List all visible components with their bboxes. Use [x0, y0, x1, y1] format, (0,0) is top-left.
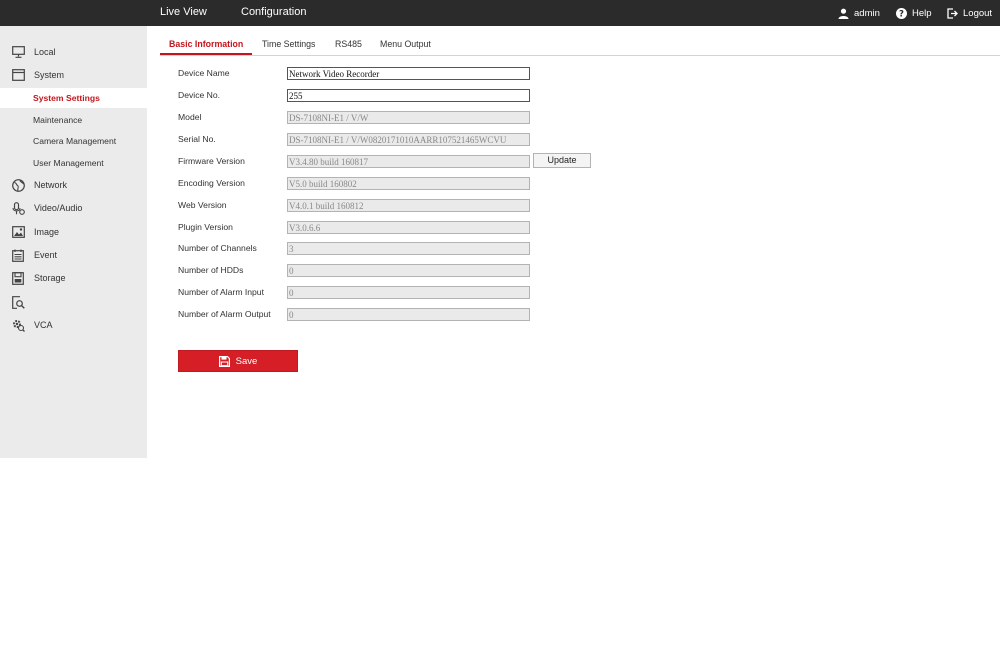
tab-rs485[interactable]: RS485	[335, 34, 362, 55]
update-button[interactable]: Update	[533, 153, 591, 168]
save-label: Save	[235, 355, 258, 367]
model-field	[287, 111, 530, 124]
number-of-alarm-output-field	[287, 308, 530, 321]
sidebar-item-system[interactable]: System	[0, 64, 147, 86]
user-icon	[838, 8, 849, 19]
picture-icon	[11, 225, 25, 239]
top-bar: Live View Configuration admin ? Help Log…	[0, 0, 1000, 26]
sidebar-item-label: Video/Audio	[34, 203, 83, 213]
window-icon	[11, 68, 25, 82]
sidebar-item-label: Image	[34, 227, 60, 237]
device-name-field[interactable]	[287, 67, 530, 80]
web-version-label: Web Version	[178, 200, 227, 210]
firmware-version-label: Firmware Version	[178, 156, 245, 166]
device-no-field[interactable]	[287, 89, 530, 102]
sidebar-item-label: System	[34, 70, 65, 80]
serial-no-field	[287, 133, 530, 146]
sidebar-item-event[interactable]: Event	[0, 244, 147, 266]
nav-live-view[interactable]: Live View	[160, 0, 207, 26]
sidebar-subitem-system-settings[interactable]: System Settings	[0, 88, 147, 108]
sidebar-item-video-audio[interactable]: Video/Audio	[0, 197, 147, 219]
encoding-version-field	[287, 177, 530, 190]
sidebar-item-image[interactable]: Image	[0, 221, 147, 243]
number-of-channels-label: Number of Channels	[178, 243, 257, 253]
logout-label: Logout	[963, 7, 993, 19]
gear-search-icon	[11, 318, 25, 332]
logout-link[interactable]: Logout	[947, 0, 992, 26]
sidebar-item-search[interactable]	[0, 291, 147, 313]
number-of-hdds-field	[287, 264, 530, 277]
nav-configuration[interactable]: Configuration	[241, 0, 306, 26]
sidebar: Local System System Settings Maintenance…	[0, 26, 147, 458]
svg-text:?: ?	[899, 9, 904, 18]
help-link[interactable]: ? Help	[896, 0, 932, 26]
number-of-channels-field	[287, 242, 530, 255]
tab-basic-information[interactable]: Basic Information	[160, 34, 253, 55]
user-menu[interactable]: admin	[838, 0, 880, 26]
web-version-field	[287, 199, 530, 212]
plugin-version-label: Plugin Version	[178, 222, 233, 232]
sidebar-item-label: Local	[34, 47, 56, 57]
firmware-version-field	[287, 155, 530, 168]
sidebar-item-label: Storage	[34, 273, 66, 283]
serial-no-label: Serial No.	[178, 134, 216, 144]
encoding-version-label: Encoding Version	[178, 178, 245, 188]
model-label: Model	[178, 112, 202, 122]
search-document-icon	[11, 295, 25, 309]
globe-icon	[11, 178, 25, 192]
sidebar-subitem-camera-management[interactable]: Camera Management	[0, 131, 147, 151]
help-label: Help	[912, 7, 932, 19]
config-tabs: Basic Information Time Settings RS485 Me…	[160, 34, 1000, 56]
sidebar-subitem-maintenance[interactable]: Maintenance	[0, 110, 147, 130]
microphone-icon	[11, 201, 25, 215]
plugin-version-field	[287, 221, 530, 234]
help-icon: ?	[896, 7, 907, 19]
logout-icon	[947, 7, 958, 19]
tab-time-settings[interactable]: Time Settings	[262, 34, 315, 55]
number-of-hdds-label: Number of HDDs	[178, 265, 244, 275]
tab-menu-output[interactable]: Menu Output	[380, 34, 431, 55]
sidebar-item-vca[interactable]: VCA	[0, 314, 147, 336]
number-of-alarm-input-field	[287, 286, 530, 299]
sidebar-item-storage[interactable]: Storage	[0, 267, 147, 289]
calendar-icon	[11, 248, 25, 262]
sidebar-item-network[interactable]: Network	[0, 174, 147, 196]
number-of-alarm-output-label: Number of Alarm Output	[178, 309, 271, 319]
user-name: admin	[854, 7, 880, 19]
number-of-alarm-input-label: Number of Alarm Input	[178, 287, 264, 297]
storage-icon	[11, 271, 25, 285]
device-no-label: Device No.	[178, 90, 221, 100]
sidebar-item-local[interactable]: Local	[0, 41, 147, 63]
monitor-icon	[11, 45, 25, 59]
sidebar-item-label: VCA	[34, 320, 53, 330]
device-name-label: Device Name	[178, 68, 230, 78]
floppy-disk-icon	[218, 355, 230, 367]
sidebar-item-label: Event	[34, 250, 58, 260]
sidebar-item-label: Network	[34, 180, 68, 190]
save-button[interactable]: Save	[178, 350, 298, 372]
sidebar-subitem-user-management[interactable]: User Management	[0, 153, 147, 173]
